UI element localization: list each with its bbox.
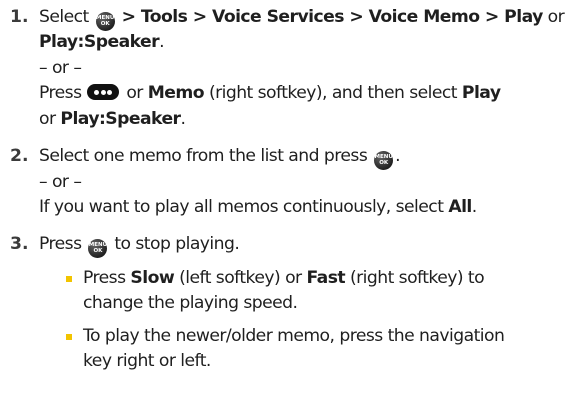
menu-ok-key-icon: MENU OK: [374, 151, 394, 170]
menu-path: > Tools > Voice Services > Voice Memo > …: [121, 7, 544, 27]
bullet-1-line-1: Press Slow (left softkey) or Fast (right…: [83, 268, 485, 288]
step-2-line-1: Select one memo from the list and press …: [39, 145, 401, 170]
step-3-line-1: Press MENU OK to stop playing.: [39, 233, 240, 258]
step-number-2: 2.: [10, 146, 29, 166]
step-2-line-3: If you want to play all memos continuous…: [39, 197, 477, 217]
step-number-3: 3.: [10, 234, 29, 254]
bullet-2-line-1: To play the newer/older memo, press the …: [83, 326, 505, 346]
options-key-icon: [87, 84, 120, 100]
or-separator: – or –: [39, 172, 82, 192]
bullet-marker: [66, 276, 72, 282]
bullet-1-line-2: change the playing speed.: [83, 293, 298, 313]
menu-ok-key-icon: MENU OK: [88, 239, 108, 258]
or-separator: – or –: [39, 58, 82, 78]
step-number-1: 1.: [10, 7, 29, 27]
step-1-line-4: Press or Memo (right softkey), and then …: [39, 83, 501, 103]
step-1-line-5: or Play:Speaker.: [39, 109, 186, 129]
instruction-page: 1. Select MENU OK > Tools > Voice Service…: [0, 0, 579, 398]
menu-ok-key-icon: MENU OK: [95, 12, 115, 31]
step-1-line-1: Select MENU OK > Tools > Voice Services >…: [39, 6, 565, 31]
step-1-line-2: Play:Speaker.: [39, 32, 165, 52]
bullet-2-line-2: key right or left.: [83, 351, 211, 371]
bullet-marker: [66, 334, 72, 340]
